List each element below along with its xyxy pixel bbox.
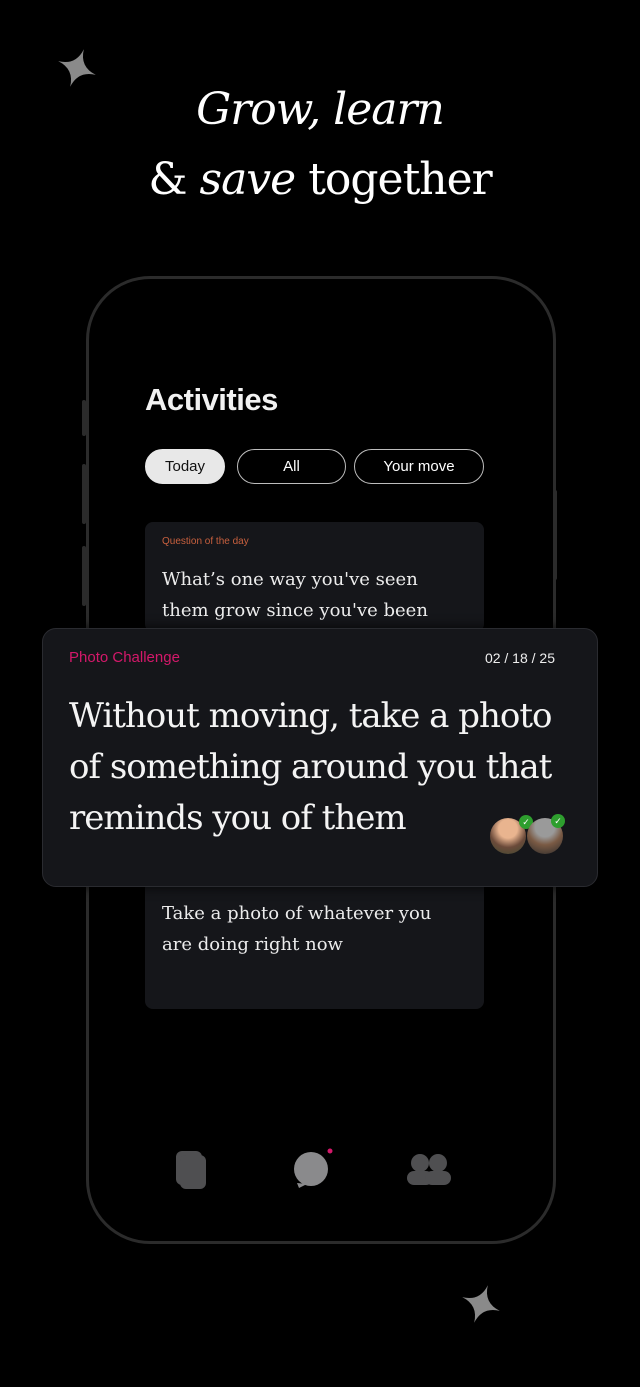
filter-today[interactable]: Today — [145, 449, 225, 484]
question-card[interactable]: Question of the day What’s one way you'v… — [145, 522, 484, 632]
cards-icon[interactable] — [174, 1150, 208, 1190]
filter-all[interactable]: All — [237, 449, 346, 484]
page-title: Activities — [145, 382, 278, 417]
headline-italic: save — [199, 154, 296, 205]
phone-button — [82, 464, 86, 524]
card-category: Photo Challenge — [69, 649, 180, 666]
card-text: Take a photo of whatever you are doing r… — [162, 903, 432, 955]
photo-card[interactable]: Take a photo of whatever you are doing r… — [145, 880, 484, 1009]
people-icon[interactable] — [406, 1152, 452, 1186]
card-date: 02 / 18 / 25 — [484, 650, 555, 666]
sparkle-icon — [462, 1285, 500, 1323]
photo-challenge-card[interactable]: Photo Challenge 02 / 18 / 25 Without mov… — [42, 628, 598, 887]
headline-line-1: Grow, learn — [196, 84, 445, 135]
card-text: Without moving, take a photo of somethin… — [69, 696, 553, 838]
headline-prefix: & — [148, 154, 200, 205]
chat-icon[interactable] — [293, 1147, 333, 1191]
sparkle-icon — [58, 49, 96, 87]
phone-button — [82, 546, 86, 606]
headline-line-2: & save together — [0, 154, 640, 205]
phone-button — [553, 490, 557, 580]
phone-button — [82, 400, 86, 436]
card-category: Question of the day — [162, 536, 249, 547]
card-text: What’s one way you've seen them grow sin… — [162, 569, 428, 621]
notification-dot — [327, 1148, 333, 1154]
headline-suffix: together — [295, 154, 492, 205]
check-icon: ✓ — [551, 814, 565, 828]
filter-your-move[interactable]: Your move — [354, 449, 484, 484]
